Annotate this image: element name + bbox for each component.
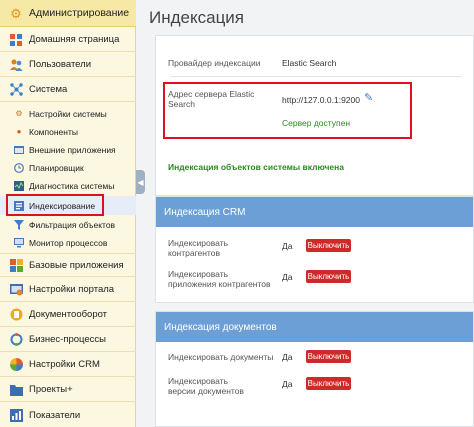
sidebar-item-external-apps[interactable]: Внешние приложения — [0, 140, 136, 159]
filter-icon — [14, 219, 24, 230]
sidebar-item-label: Настройки системы — [29, 108, 107, 119]
indexing-highlight-frame — [6, 194, 104, 216]
crm-icon — [9, 358, 23, 372]
sidebar-item-filter[interactable]: Фильтрация объектов — [0, 215, 136, 234]
crm-indexing-header: Индексация CRM — [156, 197, 473, 227]
sidebar-item-label: Система — [29, 84, 68, 95]
diagnostics-icon — [14, 180, 24, 191]
projects-icon — [9, 383, 23, 397]
sidebar-item-label: Компоненты — [29, 126, 78, 137]
components-icon: ● — [16, 126, 22, 136]
scheduler-icon — [14, 162, 24, 173]
sidebar-item-label: Внешние приложения — [29, 144, 116, 155]
crm-row-value: Да — [282, 241, 293, 251]
sidebar-item-label: Фильтрация объектов — [29, 219, 116, 230]
business-process-icon — [9, 333, 23, 347]
sidebar-admin-label: Администрирование — [29, 7, 130, 19]
crm-row-value: Да — [282, 272, 293, 282]
docs-row-value: Да — [282, 352, 293, 362]
system-icon — [9, 83, 23, 97]
docs-row-label: Индексировать версии документов — [168, 376, 244, 396]
sidebar-item-system-settings[interactable]: ⚙ Настройки системы — [0, 104, 136, 123]
grid-icon — [9, 33, 23, 47]
sidebar-item-base-apps[interactable]: Базовые приложения — [0, 253, 136, 277]
system-indexing-status: Индексация объектов системы включена — [168, 162, 344, 172]
monitor-icon — [14, 237, 24, 248]
sidebar-collapse-button[interactable]: ◀ — [136, 170, 145, 194]
sidebar-item-label: Пользователи — [29, 59, 92, 70]
crm-row-label: Индексировать контрагентов — [168, 238, 229, 258]
disable-button[interactable]: Выключить — [306, 350, 351, 363]
sidebar-item-label: Монитор процессов — [29, 237, 108, 248]
sidebar-item-users[interactable]: Пользователи — [0, 53, 136, 77]
indicators-icon — [9, 408, 23, 422]
gear-icon: ⚙ — [10, 5, 22, 21]
sidebar-admin-header[interactable]: ⚙ Администрирование — [0, 0, 136, 27]
provider-label: Провайдер индексации — [168, 58, 261, 68]
docs-row-label: Индексировать документы — [168, 352, 274, 362]
chevron-left-icon: ◀ — [137, 177, 144, 187]
sidebar-item-document-flow[interactable]: Документооборот — [0, 303, 136, 327]
sidebar-item-label: Бизнес-процессы — [29, 334, 106, 345]
users-icon — [9, 58, 23, 72]
sidebar-item-label: Базовые приложения — [29, 259, 124, 271]
sidebar-item-indicators[interactable]: Показатели — [0, 403, 136, 427]
apps-icon — [9, 258, 23, 272]
sidebar-item-label: Документооборот — [29, 309, 108, 320]
sidebar-item-label: Настройки портала — [29, 284, 115, 295]
settings-icon: ⚙ — [15, 108, 23, 118]
documents-indexing-header: Индексация документов — [156, 312, 473, 342]
divider — [170, 76, 462, 77]
sidebar-item-scheduler[interactable]: Планировщик — [0, 158, 136, 177]
documents-indexing-card: Индексация документов Индексировать доку… — [155, 311, 474, 427]
sidebar-item-process-monitor[interactable]: Монитор процессов — [0, 233, 136, 252]
sidebar-item-label: Домашняя страница — [29, 34, 120, 45]
server-highlight-frame — [163, 82, 412, 139]
sidebar-item-crm-settings[interactable]: Настройки CRM — [0, 353, 136, 377]
sidebar-item-home[interactable]: Домашняя страница — [0, 28, 136, 52]
disable-button[interactable]: Выключить — [306, 377, 351, 390]
sidebar-item-label: Настройки CRM — [29, 359, 100, 370]
page-title: Индексация — [149, 8, 245, 27]
sidebar-item-label: Проекты+ — [29, 384, 73, 395]
sidebar-item-label: Показатели — [29, 409, 81, 421]
provider-value: Elastic Search — [282, 58, 337, 68]
sidebar-item-portal-settings[interactable]: Настройки портала — [0, 278, 136, 302]
crm-row-label: Индексировать приложения контрагентов — [168, 269, 271, 289]
sidebar-item-projects[interactable]: Проекты+ — [0, 378, 136, 402]
sidebar-item-label: Планировщик — [29, 162, 84, 173]
documents-icon — [9, 308, 23, 322]
disable-button[interactable]: Выключить — [306, 239, 351, 252]
sidebar-item-system[interactable]: Система — [0, 78, 136, 102]
crm-indexing-card: Индексация CRM Индексировать контрагенто… — [155, 196, 474, 303]
sidebar-item-diagnostics[interactable]: Диагностика системы — [0, 176, 136, 195]
disable-button[interactable]: Выключить — [306, 270, 351, 283]
sidebar-item-components[interactable]: ● Компоненты — [0, 122, 136, 141]
sidebar-item-business-processes[interactable]: Бизнес-процессы — [0, 328, 136, 352]
portal-settings-icon — [9, 283, 23, 297]
external-apps-icon — [14, 145, 24, 155]
docs-row-value: Да — [282, 379, 293, 389]
sidebar-item-label: Диагностика системы — [29, 180, 115, 191]
